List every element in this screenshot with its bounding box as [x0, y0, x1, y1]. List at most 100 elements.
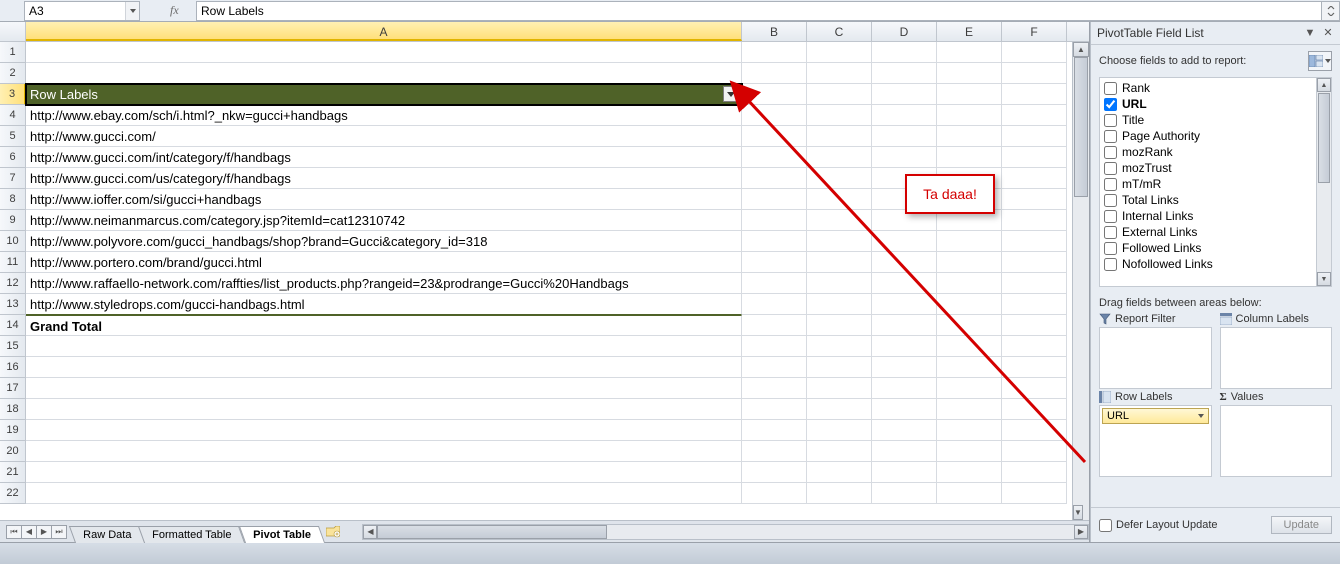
formula-input[interactable] — [196, 1, 1322, 21]
cell-A5[interactable]: http://www.gucci.com/ — [26, 126, 742, 147]
name-box[interactable] — [25, 2, 125, 20]
cell-E22[interactable] — [937, 483, 1002, 504]
cell-A15[interactable] — [26, 336, 742, 357]
cell-D2[interactable] — [872, 63, 937, 84]
cell-F5[interactable] — [1002, 126, 1067, 147]
cell-B20[interactable] — [742, 441, 807, 462]
field-checkbox[interactable] — [1104, 258, 1117, 271]
cell-C19[interactable] — [807, 420, 872, 441]
cell-D11[interactable] — [872, 252, 937, 273]
field-checkbox[interactable] — [1104, 226, 1117, 239]
cell-F22[interactable] — [1002, 483, 1067, 504]
cell-F2[interactable] — [1002, 63, 1067, 84]
cell-D12[interactable] — [872, 273, 937, 294]
cell-E21[interactable] — [937, 462, 1002, 483]
field-checkbox[interactable] — [1104, 162, 1117, 175]
cell-F19[interactable] — [1002, 420, 1067, 441]
defer-layout-checkbox[interactable]: Defer Layout Update — [1099, 519, 1218, 532]
cell-C4[interactable] — [807, 105, 872, 126]
cell-E4[interactable] — [937, 105, 1002, 126]
field-item-external-links[interactable]: External Links — [1100, 224, 1316, 240]
formula-expand-button[interactable] — [1322, 1, 1340, 21]
row-header-21[interactable]: 21 — [0, 462, 26, 483]
cell-C3[interactable] — [807, 84, 872, 105]
row-header-16[interactable]: 16 — [0, 357, 26, 378]
cell-D19[interactable] — [872, 420, 937, 441]
row-header-19[interactable]: 19 — [0, 420, 26, 441]
cell-A7[interactable]: http://www.gucci.com/us/category/f/handb… — [26, 168, 742, 189]
cell-D10[interactable] — [872, 231, 937, 252]
cell-A10[interactable]: http://www.polyvore.com/gucci_handbags/s… — [26, 231, 742, 252]
cell-E3[interactable] — [937, 84, 1002, 105]
values-area[interactable] — [1220, 405, 1333, 477]
cell-F17[interactable] — [1002, 378, 1067, 399]
cell-A19[interactable] — [26, 420, 742, 441]
cell-B9[interactable] — [742, 210, 807, 231]
cell-E13[interactable] — [937, 294, 1002, 315]
field-checkbox[interactable] — [1104, 146, 1117, 159]
cell-F4[interactable] — [1002, 105, 1067, 126]
field-checkbox[interactable] — [1104, 82, 1117, 95]
cell-F6[interactable] — [1002, 147, 1067, 168]
row-header-13[interactable]: 13 — [0, 294, 26, 315]
cell-D1[interactable] — [872, 42, 937, 63]
field-item-nofollowed-links[interactable]: Nofollowed Links — [1100, 256, 1316, 272]
cell-C22[interactable] — [807, 483, 872, 504]
cell-D17[interactable] — [872, 378, 937, 399]
cell-C8[interactable] — [807, 189, 872, 210]
cell-F1[interactable] — [1002, 42, 1067, 63]
cell-E10[interactable] — [937, 231, 1002, 252]
column-labels-area[interactable] — [1220, 327, 1333, 389]
pivot-filter-button[interactable] — [723, 86, 739, 102]
cell-F12[interactable] — [1002, 273, 1067, 294]
cell-A13[interactable]: http://www.styledrops.com/gucci-handbags… — [26, 294, 742, 315]
cell-B7[interactable] — [742, 168, 807, 189]
update-button[interactable]: Update — [1271, 516, 1332, 534]
col-header-F[interactable]: F — [1002, 22, 1067, 41]
cell-B17[interactable] — [742, 378, 807, 399]
cell-C11[interactable] — [807, 252, 872, 273]
cell-E15[interactable] — [937, 336, 1002, 357]
select-all-corner[interactable] — [0, 22, 26, 41]
scroll-left-button[interactable]: ◀ — [363, 525, 377, 539]
cell-C15[interactable] — [807, 336, 872, 357]
cell-E6[interactable] — [937, 147, 1002, 168]
cell-A11[interactable]: http://www.portero.com/brand/gucci.html — [26, 252, 742, 273]
cell-A6[interactable]: http://www.gucci.com/int/category/f/hand… — [26, 147, 742, 168]
cell-B19[interactable] — [742, 420, 807, 441]
cell-C1[interactable] — [807, 42, 872, 63]
horizontal-scrollbar[interactable]: ◀ ▶ — [362, 524, 1089, 540]
field-item-internal-links[interactable]: Internal Links — [1100, 208, 1316, 224]
defer-layout-input[interactable] — [1099, 519, 1112, 532]
field-checkbox[interactable] — [1104, 130, 1117, 143]
cell-C2[interactable] — [807, 63, 872, 84]
cell-E20[interactable] — [937, 441, 1002, 462]
scroll-up-button[interactable]: ▲ — [1073, 42, 1089, 57]
fx-icon[interactable]: fx — [170, 3, 190, 18]
field-item-total-links[interactable]: Total Links — [1100, 192, 1316, 208]
row-header-2[interactable]: 2 — [0, 63, 26, 84]
cell-C18[interactable] — [807, 399, 872, 420]
cell-E16[interactable] — [937, 357, 1002, 378]
cell-F10[interactable] — [1002, 231, 1067, 252]
row-labels-item-url[interactable]: URL — [1102, 408, 1209, 424]
field-item-rank[interactable]: Rank — [1100, 80, 1316, 96]
name-box-dropdown[interactable] — [125, 2, 139, 20]
cell-D14[interactable] — [872, 315, 937, 336]
field-item-url[interactable]: URL — [1100, 96, 1316, 112]
cell-A18[interactable] — [26, 399, 742, 420]
cell-B13[interactable] — [742, 294, 807, 315]
cell-B11[interactable] — [742, 252, 807, 273]
cell-B6[interactable] — [742, 147, 807, 168]
cell-F13[interactable] — [1002, 294, 1067, 315]
row-header-20[interactable]: 20 — [0, 441, 26, 462]
row-header-9[interactable]: 9 — [0, 210, 26, 231]
cell-F14[interactable] — [1002, 315, 1067, 336]
row-header-6[interactable]: 6 — [0, 147, 26, 168]
scroll-right-button[interactable]: ▶ — [1074, 525, 1088, 539]
row-header-8[interactable]: 8 — [0, 189, 26, 210]
cell-D18[interactable] — [872, 399, 937, 420]
cell-D3[interactable] — [872, 84, 937, 105]
cell-C14[interactable] — [807, 315, 872, 336]
row-header-17[interactable]: 17 — [0, 378, 26, 399]
